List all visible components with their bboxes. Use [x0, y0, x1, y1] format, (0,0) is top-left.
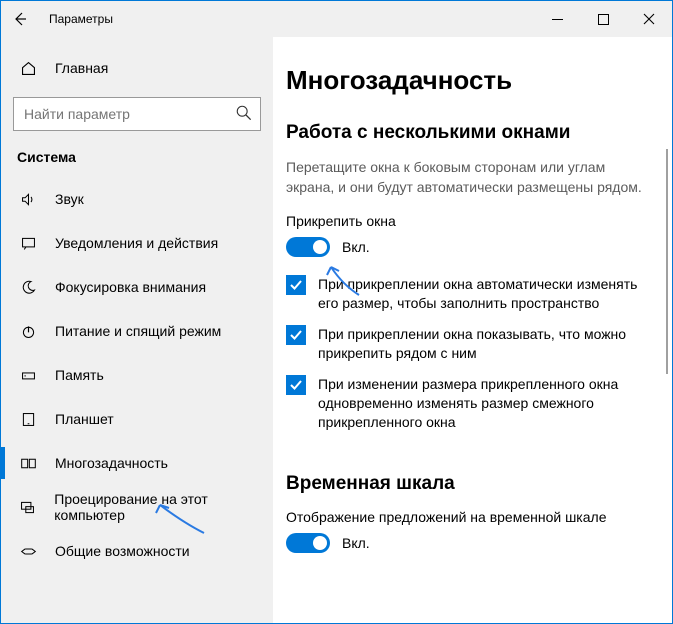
timeline-suggestions-state: Вкл.: [342, 535, 370, 551]
sidebar-home-label: Главная: [55, 60, 108, 76]
timeline-suggestions-label: Отображение предложений на временной шка…: [286, 509, 650, 525]
minimize-button[interactable]: [534, 1, 580, 37]
sidebar-item-label: Проецирование на этот компьютер: [54, 491, 273, 523]
sidebar-item-shared[interactable]: Общие возможности: [1, 529, 273, 573]
sidebar-item-sound[interactable]: Звук: [1, 177, 273, 221]
notifications-icon: [19, 235, 37, 252]
close-button[interactable]: [626, 1, 672, 37]
sidebar-item-notifications[interactable]: Уведомления и действия: [1, 221, 273, 265]
sidebar-home[interactable]: Главная: [1, 45, 273, 91]
snap-fill-checkbox[interactable]: [286, 275, 306, 295]
group-windows-title: Работа с несколькими окнами: [286, 122, 650, 144]
search-box: [13, 97, 261, 131]
window-title: Параметры: [49, 12, 113, 26]
search-icon: [235, 104, 253, 125]
checkmark-icon: [289, 278, 303, 292]
snap-resize-label: При изменении размера прикрепленного окн…: [318, 375, 644, 432]
sidebar-item-label: Питание и спящий режим: [55, 323, 221, 339]
sidebar-item-label: Планшет: [55, 411, 114, 427]
snap-windows-toggle[interactable]: [286, 237, 330, 257]
sidebar-item-multitasking[interactable]: Многозадачность: [1, 441, 273, 485]
moon-icon: [19, 279, 37, 296]
snap-windows-label: Прикрепить окна: [286, 213, 650, 229]
minimize-icon: [552, 14, 563, 25]
sound-icon: [19, 191, 37, 208]
back-button[interactable]: [1, 1, 39, 37]
sidebar-item-label: Уведомления и действия: [55, 235, 218, 251]
storage-icon: [19, 367, 37, 384]
snap-assist-checkbox[interactable]: [286, 325, 306, 345]
checkmark-icon: [289, 328, 303, 342]
search-input[interactable]: [13, 97, 261, 131]
sidebar-item-storage[interactable]: Память: [1, 353, 273, 397]
sidebar-item-label: Общие возможности: [55, 543, 190, 559]
page-title: Многозадачность: [286, 65, 650, 96]
shared-icon: [19, 543, 37, 560]
timeline-suggestions-toggle[interactable]: [286, 533, 330, 553]
titlebar: Параметры: [1, 1, 672, 37]
sidebar-item-focus-assist[interactable]: Фокусировка внимания: [1, 265, 273, 309]
content-area: Многозадачность Работа с несколькими окн…: [282, 37, 672, 623]
sidebar-item-tablet[interactable]: Планшет: [1, 397, 273, 441]
maximize-icon: [598, 14, 609, 25]
sidebar-list: Звук Уведомления и действия Фокусировка …: [1, 177, 273, 573]
snap-resize-checkbox[interactable]: [286, 375, 306, 395]
snap-windows-state: Вкл.: [342, 239, 370, 255]
snap-assist-label: При прикреплении окна показывать, что мо…: [318, 325, 644, 363]
group-windows-desc: Перетащите окна к боковым сторонам или у…: [286, 158, 650, 197]
close-icon: [643, 13, 655, 25]
sidebar-section-label: Система: [17, 149, 273, 165]
sidebar-item-label: Многозадачность: [55, 455, 168, 471]
home-icon: [19, 60, 37, 77]
scrollbar[interactable]: [666, 149, 668, 374]
sidebar-item-label: Фокусировка внимания: [55, 279, 206, 295]
sidebar-item-power[interactable]: Питание и спящий режим: [1, 309, 273, 353]
sidebar-item-label: Память: [55, 367, 104, 383]
group-timeline-title: Временная шкала: [286, 473, 650, 495]
sidebar: Главная Система Звук Уведомления и дейст…: [1, 37, 273, 623]
tablet-icon: [19, 411, 37, 428]
snap-fill-label: При прикреплении окна автоматически изме…: [318, 275, 644, 313]
arrow-left-icon: [12, 11, 28, 27]
sidebar-item-label: Звук: [55, 191, 84, 207]
maximize-button[interactable]: [580, 1, 626, 37]
project-icon: [19, 499, 36, 516]
sidebar-item-projecting[interactable]: Проецирование на этот компьютер: [1, 485, 273, 529]
multitasking-icon: [19, 455, 37, 472]
checkmark-icon: [289, 378, 303, 392]
power-icon: [19, 323, 37, 340]
